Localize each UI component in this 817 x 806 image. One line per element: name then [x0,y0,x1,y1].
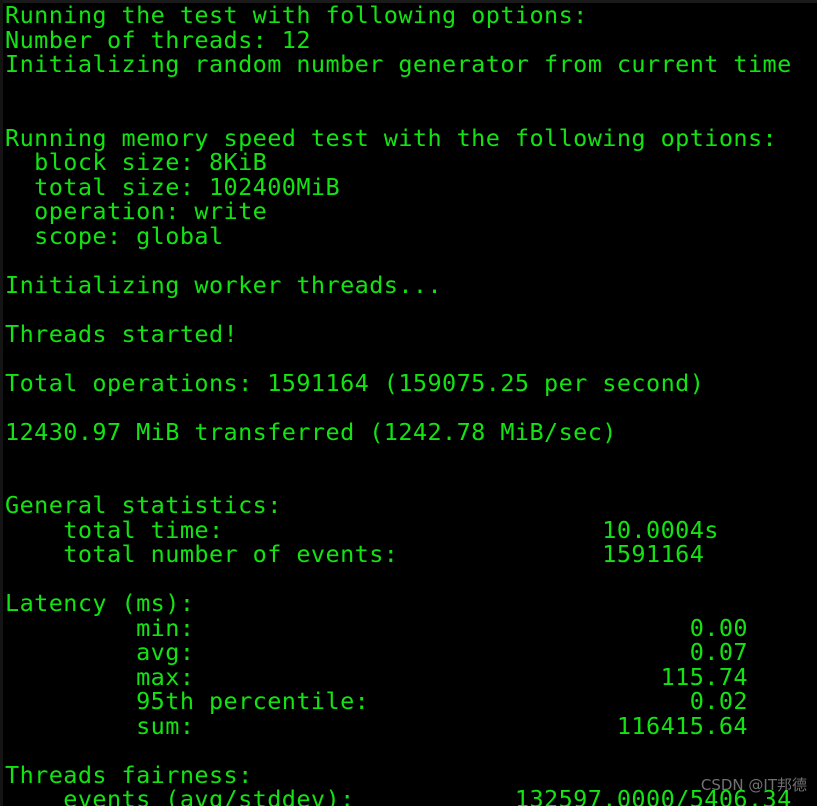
terminal-window[interactable]: Running the test with following options:… [0,0,817,806]
terminal-output-text: Running the test with following options:… [5,1,792,806]
window-left-edge [0,0,3,806]
